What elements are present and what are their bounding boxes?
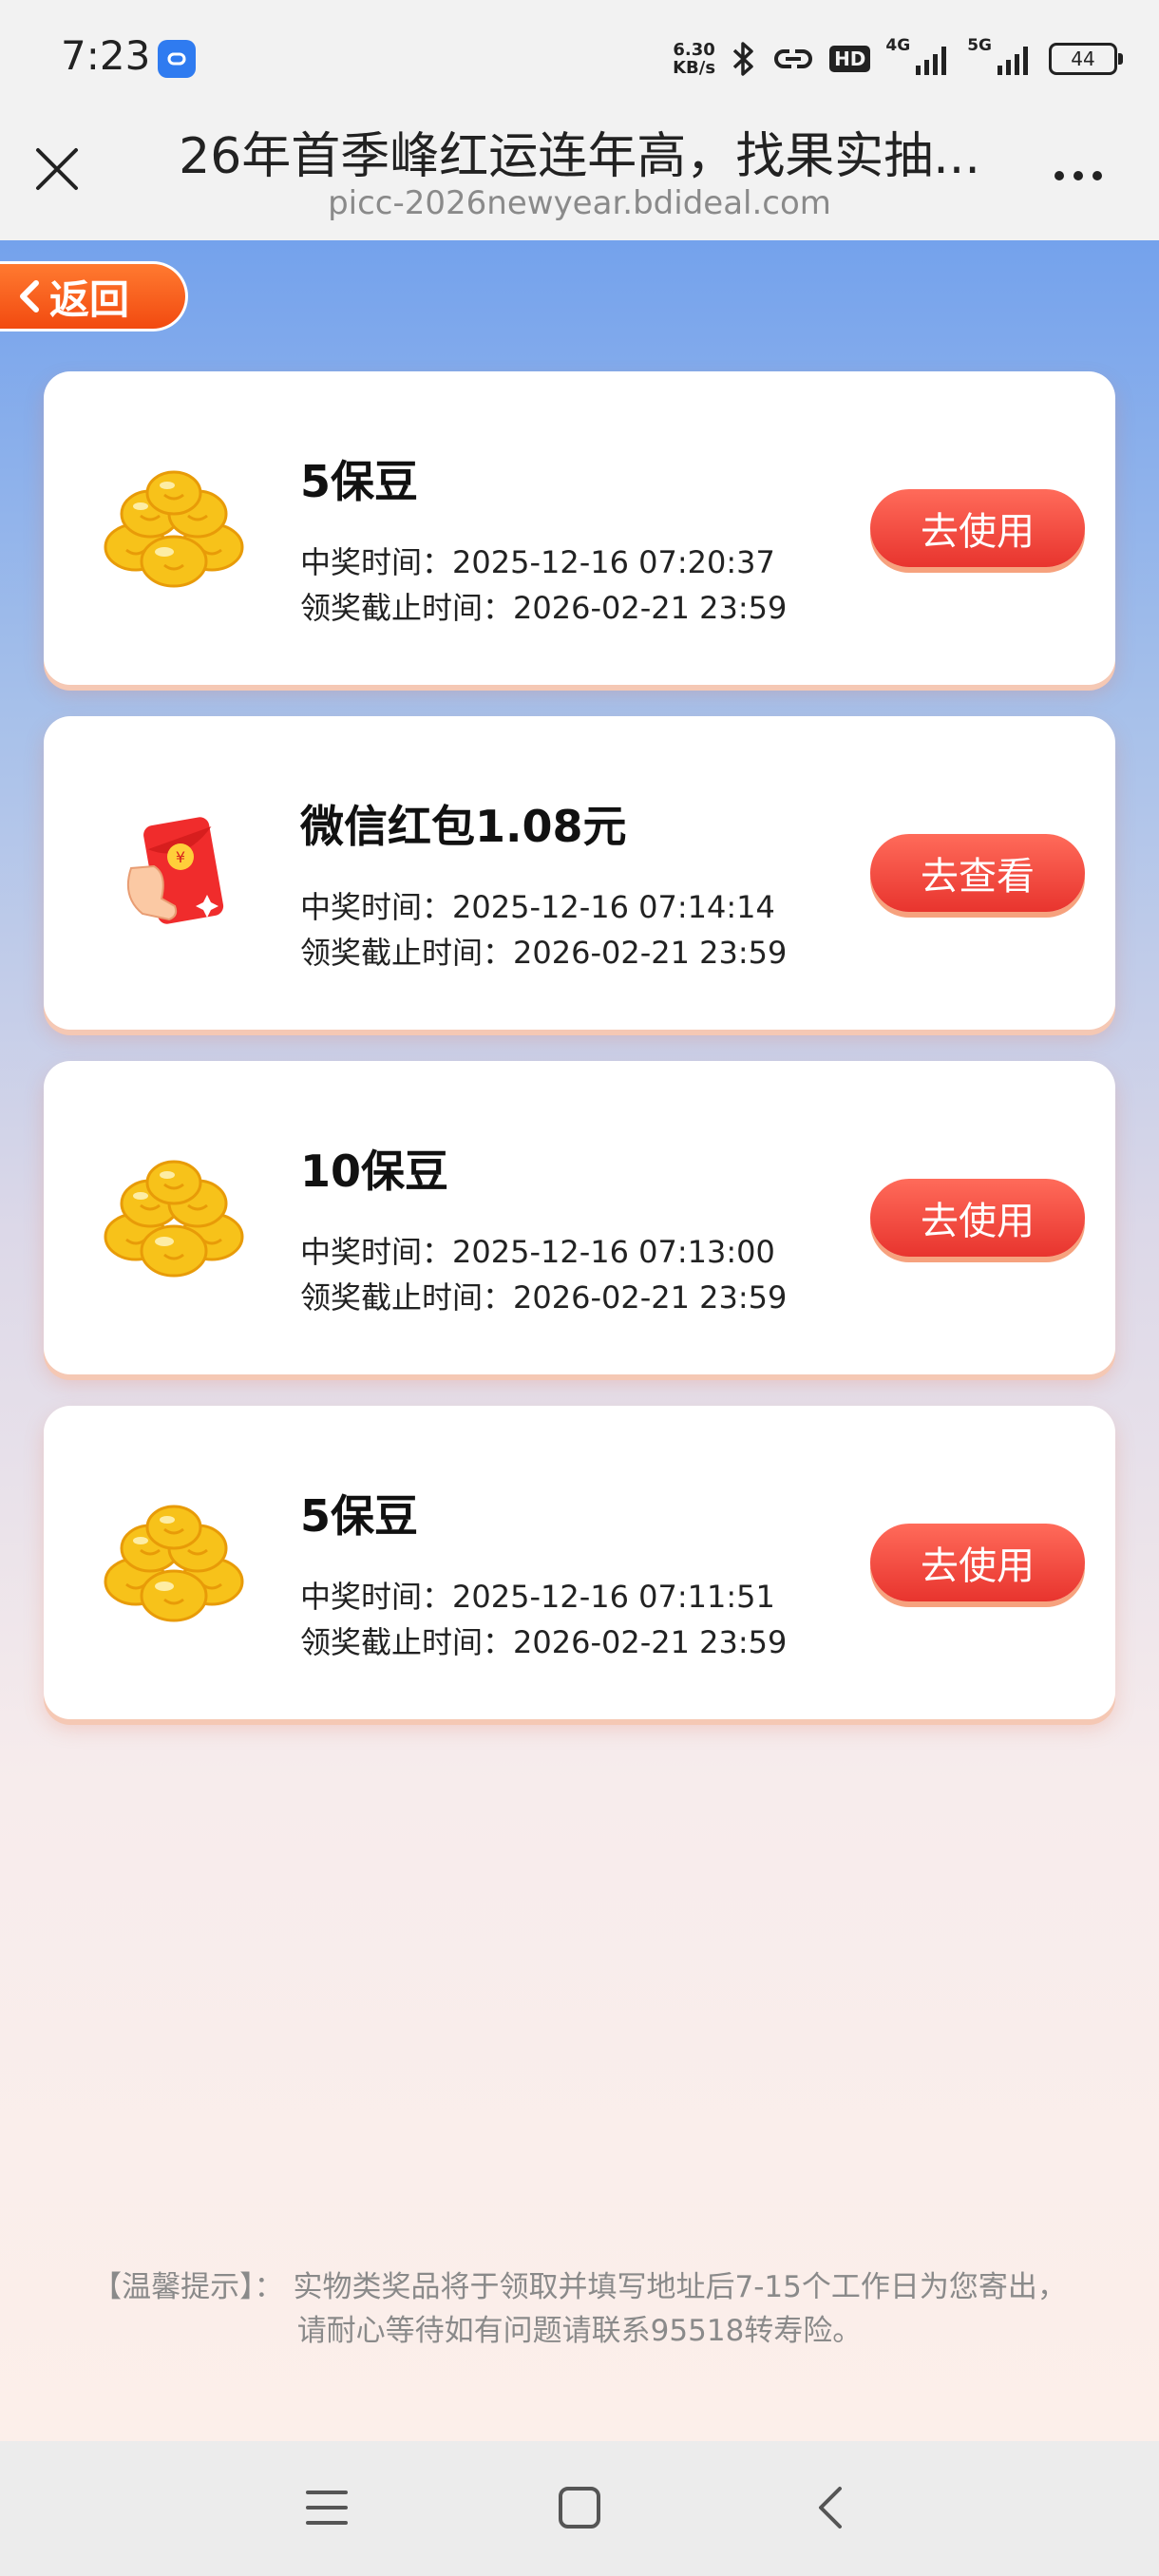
page-url: picc-2026newyear.bdideal.com — [328, 184, 831, 222]
deadline-label: 领奖截止时间： — [300, 935, 514, 971]
chevron-left-icon — [20, 280, 39, 313]
menu-icon[interactable] — [298, 2479, 355, 2536]
claim-deadline: 领奖截止时间：2026-02-21 23:59 — [300, 1619, 787, 1662]
signal-strength-icon — [998, 47, 1028, 75]
home-icon[interactable] — [551, 2479, 608, 2536]
battery-icon: 44 — [1049, 43, 1123, 75]
prize-card: 5保豆 中奖时间：2025-12-16 07:11:51 领奖截止时间：2026… — [44, 1406, 1115, 1719]
view-button[interactable]: 去查看 — [870, 834, 1085, 912]
win-time: 中奖时间：2025-12-16 07:14:14 — [300, 883, 775, 927]
win-time-label: 中奖时间： — [300, 544, 453, 580]
back-button-label: 返回 — [49, 275, 130, 323]
gold-beans-icon — [104, 1160, 244, 1278]
prize-list-page: 返回 5保豆 中奖时间：2025-12-16 07:20:37 领奖截止时间：2… — [0, 240, 1159, 2441]
gold-beans-icon — [104, 470, 244, 588]
deadline-value: 2026-02-21 23:59 — [513, 1624, 788, 1660]
signal-type-1: 4G — [885, 36, 911, 55]
win-time-label: 中奖时间： — [300, 889, 453, 925]
claim-deadline: 领奖截止时间：2026-02-21 23:59 — [300, 929, 787, 973]
prize-card: 10保豆 中奖时间：2025-12-16 07:13:00 领奖截止时间：202… — [44, 1061, 1115, 1374]
deadline-value: 2026-02-21 23:59 — [513, 1279, 788, 1316]
win-time-value: 2025-12-16 07:20:37 — [452, 544, 775, 580]
deadline-label: 领奖截止时间： — [300, 1624, 514, 1660]
net-speed-value: 6.30 — [673, 40, 715, 60]
back-nav-icon[interactable] — [804, 2479, 861, 2536]
status-bar: 7:23 6.30 KB/s HD 4G 5G 44 — [0, 0, 1159, 112]
use-button[interactable]: 去使用 — [870, 489, 1085, 567]
footer-tip-line-2: 请耐心等待如有问题请联系95518转寿险。 — [296, 2314, 863, 2348]
hd-badge: HD — [829, 46, 871, 72]
system-nav-bar — [0, 2441, 1159, 2576]
bluetooth-icon — [732, 42, 753, 76]
prize-name: 5保豆 — [300, 456, 419, 507]
browser-title-bar: 26年首季峰红运连年高，找果实抽... picc-2026newyear.bdi… — [0, 112, 1159, 240]
claim-deadline: 领奖截止时间：2026-02-21 23:59 — [300, 1274, 787, 1317]
win-time-value: 2025-12-16 07:13:00 — [452, 1234, 775, 1270]
win-time: 中奖时间：2025-12-16 07:13:00 — [300, 1228, 775, 1272]
signal-type-2: 5G — [967, 36, 992, 55]
deadline-label: 领奖截止时间： — [300, 1279, 514, 1316]
use-button[interactable]: 去使用 — [870, 1524, 1085, 1601]
deadline-value: 2026-02-21 23:59 — [513, 935, 788, 971]
back-button[interactable]: 返回 — [0, 261, 188, 331]
status-icons: 6.30 KB/s HD 4G 5G 44 — [673, 32, 1123, 85]
footer-tip-line-1: 【温馨提示】： 实物类奖品将于领取并填写地址后7-15个工作日为您寄出， — [92, 2270, 1067, 2304]
net-speed-unit: KB/s — [673, 58, 716, 78]
win-time: 中奖时间：2025-12-16 07:20:37 — [300, 539, 775, 582]
prize-name: 微信红包1.08元 — [300, 801, 627, 852]
deadline-value: 2026-02-21 23:59 — [513, 590, 788, 626]
red-envelope-icon: ¥ — [127, 817, 224, 924]
prize-card: ¥ 微信红包1.08元 中奖时间：2025-12-16 07:14:14 领奖截… — [44, 716, 1115, 1030]
win-time: 中奖时间：2025-12-16 07:11:51 — [300, 1573, 775, 1617]
win-time-label: 中奖时间： — [300, 1234, 453, 1270]
footer-tip: 【温馨提示】： 实物类奖品将于领取并填写地址后7-15个工作日为您寄出， 请耐心… — [57, 2265, 1102, 2353]
gold-beans-icon — [104, 1505, 244, 1622]
win-time-value: 2025-12-16 07:14:14 — [452, 889, 775, 925]
status-time: 7:23 — [61, 32, 151, 79]
deadline-label: 领奖截止时间： — [300, 590, 514, 626]
close-icon[interactable] — [28, 141, 86, 198]
win-time-label: 中奖时间： — [300, 1579, 453, 1615]
hotspot-link-icon — [774, 49, 812, 68]
signal-strength-icon — [916, 47, 947, 75]
svg-text:¥: ¥ — [176, 848, 185, 866]
claim-deadline: 领奖截止时间：2026-02-21 23:59 — [300, 584, 787, 628]
link-app-icon — [158, 40, 196, 78]
prize-name: 10保豆 — [300, 1146, 449, 1197]
use-button[interactable]: 去使用 — [870, 1179, 1085, 1257]
network-speed: 6.30 KB/s — [673, 41, 715, 77]
more-menu-icon[interactable] — [1045, 161, 1112, 190]
win-time-value: 2025-12-16 07:11:51 — [452, 1579, 775, 1615]
page-title: 26年首季峰红运连年高，找果实抽... — [179, 128, 980, 185]
prize-card: 5保豆 中奖时间：2025-12-16 07:20:37 领奖截止时间：2026… — [44, 371, 1115, 685]
prize-name: 5保豆 — [300, 1490, 419, 1542]
